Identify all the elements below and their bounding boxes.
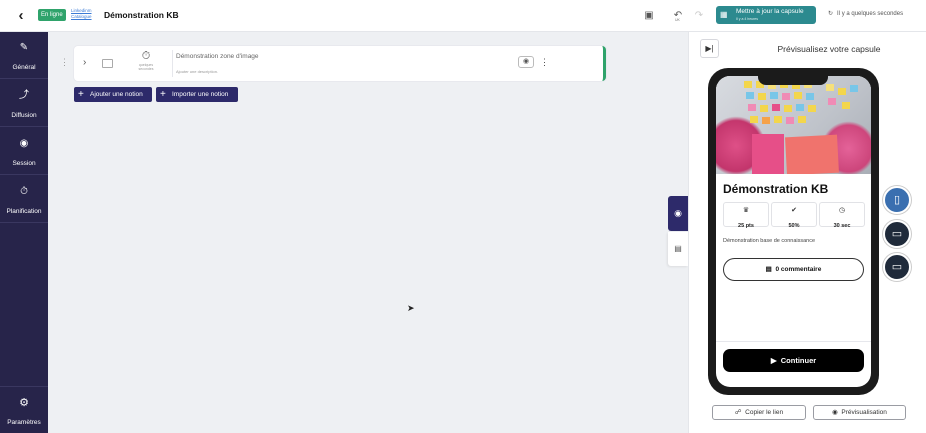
breadcrumb[interactable]: Linkedinm Catalogue	[71, 8, 92, 20]
add-notion-label: Ajouter une notion	[90, 91, 143, 98]
editor-area: ⋮⋮ › ⏱ quelques secondes Démonstration z…	[48, 32, 688, 433]
timer-line2: secondes	[138, 67, 154, 71]
comment-icon: ▤	[765, 266, 772, 273]
update-capsule-sublabel: Il y a 4 heures	[736, 17, 758, 21]
eye-icon: ◉	[832, 409, 838, 416]
sidebar-item-general[interactable]: ✎ Général	[0, 32, 48, 79]
sidebar: ✎ Général ⤴ Diffusion ◉ Session ⏱ Planif…	[0, 32, 48, 433]
comments-tab-icon[interactable]: ▤	[668, 232, 688, 266]
top-bar: ‹ En ligne Linkedinm Catalogue Démonstra…	[0, 0, 926, 32]
plus-icon: +	[160, 89, 166, 100]
add-notion-button[interactable]: + Ajouter une notion	[74, 87, 152, 102]
stopwatch-icon: ⏱	[20, 186, 28, 197]
preview-tab-eye-icon[interactable]: ◉	[668, 196, 688, 231]
copy-link-label: Copier le lien	[745, 409, 784, 416]
device-desktop-icon[interactable]: ▭	[883, 253, 911, 281]
sidebar-item-session[interactable]: ◉ Session	[0, 128, 48, 175]
check-circle-icon: ✔	[791, 207, 797, 214]
target-icon: ◉	[19, 138, 29, 149]
sidebar-item-label: Paramètres	[7, 419, 41, 426]
comment-button[interactable]: ▤ 0 commentaire	[723, 258, 864, 281]
phone-frame: Démonstration KB ♛ 25 pts ✔ 50% ◷ 30 sec…	[708, 68, 879, 395]
stat-points: ♛ 25 pts	[723, 202, 769, 229]
preview-panel: ▶| Prévisualisez votre capsule Démonstra…	[688, 32, 926, 433]
page-title: Démonstration KB	[104, 10, 179, 20]
stopwatch-icon: ⏱	[141, 50, 151, 62]
last-saved-text: Il y a quelques secondes	[837, 11, 904, 17]
last-saved-indicator: ↻ Il y a quelques secondes	[828, 10, 903, 17]
divider	[716, 341, 871, 342]
preview-button-label: Prévisualisation	[841, 409, 887, 416]
stat-score: ✔ 50%	[771, 202, 817, 229]
continue-label: Continuer	[780, 356, 817, 365]
preview-title: Prévisualisez votre capsule	[777, 44, 881, 54]
import-notion-button[interactable]: + Importer une notion	[156, 87, 238, 102]
play-icon: ▶	[770, 356, 777, 365]
capsule-title: Démonstration KB	[723, 182, 829, 196]
redo-icon[interactable]: ↷	[692, 9, 706, 23]
more-options-icon[interactable]: ⋮	[540, 56, 549, 68]
stat-score-value: 50%	[788, 223, 800, 229]
link-icon: ☍	[734, 409, 742, 416]
notion-description[interactable]: Ajouter une description.	[176, 69, 218, 74]
sidebar-item-diffusion[interactable]: ⤴ Diffusion	[0, 80, 48, 127]
notion-title[interactable]: Démonstration zone d'image	[176, 53, 259, 60]
sidebar-item-label: Session	[12, 160, 36, 167]
gear-icon: ⚙	[19, 397, 29, 409]
phone-screen: Démonstration KB ♛ 25 pts ✔ 50% ◷ 30 sec…	[716, 76, 871, 387]
image-icon	[102, 59, 113, 68]
notion-timer: ⏱ quelques secondes	[132, 50, 160, 71]
back-arrow-icon[interactable]: ‹	[13, 8, 29, 24]
sidebar-item-label: Général	[12, 64, 36, 71]
capsule-cover-image	[716, 76, 871, 174]
continue-button[interactable]: ▶ Continuer	[723, 349, 864, 372]
device-phone-icon[interactable]: ▯	[883, 186, 911, 214]
share-icon: ⤴	[19, 90, 29, 101]
sidebar-item-label: Diffusion	[11, 112, 37, 119]
sidebar-item-parametres[interactable]: ⚙ Paramètres	[0, 386, 48, 426]
mouse-cursor-icon: ➤	[407, 303, 415, 313]
eye-icon[interactable]: ◉	[518, 56, 534, 68]
device-tablet-icon[interactable]: ▭	[883, 220, 911, 248]
divider	[172, 50, 173, 77]
history-icon: ↻	[828, 11, 834, 17]
chevron-right-icon[interactable]: ›	[83, 57, 86, 68]
update-capsule-label: Mettre à jour la capsule	[736, 8, 804, 15]
capsule-description: Démonstration base de connaissance	[723, 238, 816, 244]
breadcrumb-catalogue[interactable]: Catalogue	[71, 14, 92, 20]
status-badge: En ligne	[38, 9, 66, 21]
update-capsule-button[interactable]: ▦ Mettre à jour la capsule Il y a 4 heur…	[716, 6, 816, 24]
notion-row[interactable]: › ⏱ quelques secondes Démonstration zone…	[74, 46, 606, 81]
pencil-icon: ✎	[19, 42, 29, 53]
app-root: ‹ En ligne Linkedinm Catalogue Démonstra…	[0, 0, 926, 433]
save-icon: ▦	[720, 10, 728, 19]
stat-duration-value: 30 sec	[833, 223, 851, 229]
stat-duration: ◷ 30 sec	[819, 202, 865, 229]
sidebar-item-label: Planification	[6, 208, 42, 215]
comment-label: 0 commentaire	[775, 266, 822, 273]
undo-shortcut: UK	[675, 18, 680, 22]
import-notion-label: Importer une notion	[172, 91, 229, 98]
stat-points-value: 25 pts	[738, 223, 754, 229]
sidebar-item-planification[interactable]: ⏱ Planification	[0, 176, 48, 223]
copy-link-button[interactable]: ☍ Copier le lien	[712, 405, 806, 420]
clock-icon: ◷	[838, 207, 846, 214]
plus-icon: +	[78, 89, 84, 100]
language-icon[interactable]: ▣	[642, 9, 656, 23]
preview-button[interactable]: ◉ Prévisualisation	[813, 405, 906, 420]
phone-notch	[758, 76, 828, 85]
trophy-icon: ♛	[742, 207, 750, 214]
